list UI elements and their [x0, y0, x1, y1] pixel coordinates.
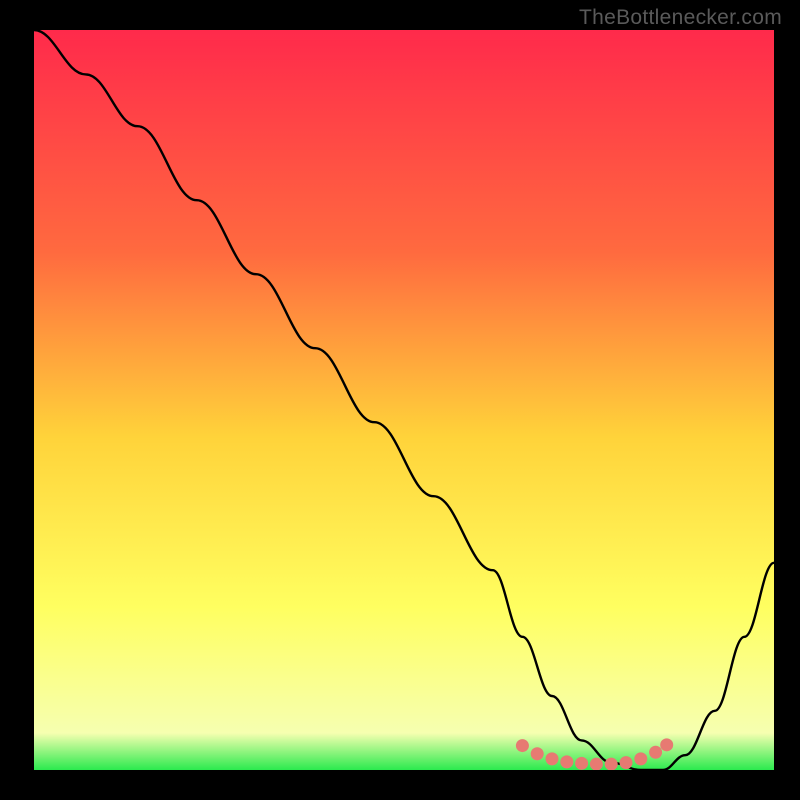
chart-svg [34, 30, 774, 770]
data-marker [516, 739, 529, 752]
data-marker [546, 752, 559, 765]
plot-area [34, 30, 774, 770]
gradient-background [34, 30, 774, 770]
data-marker [605, 758, 618, 770]
data-marker [634, 752, 647, 765]
data-marker [590, 758, 603, 770]
data-marker [560, 755, 573, 768]
data-marker [575, 757, 588, 770]
data-marker [649, 746, 662, 759]
watermark-text: TheBottlenecker.com [579, 6, 782, 30]
data-marker [620, 756, 633, 769]
data-marker [531, 747, 544, 760]
data-marker [660, 738, 673, 751]
